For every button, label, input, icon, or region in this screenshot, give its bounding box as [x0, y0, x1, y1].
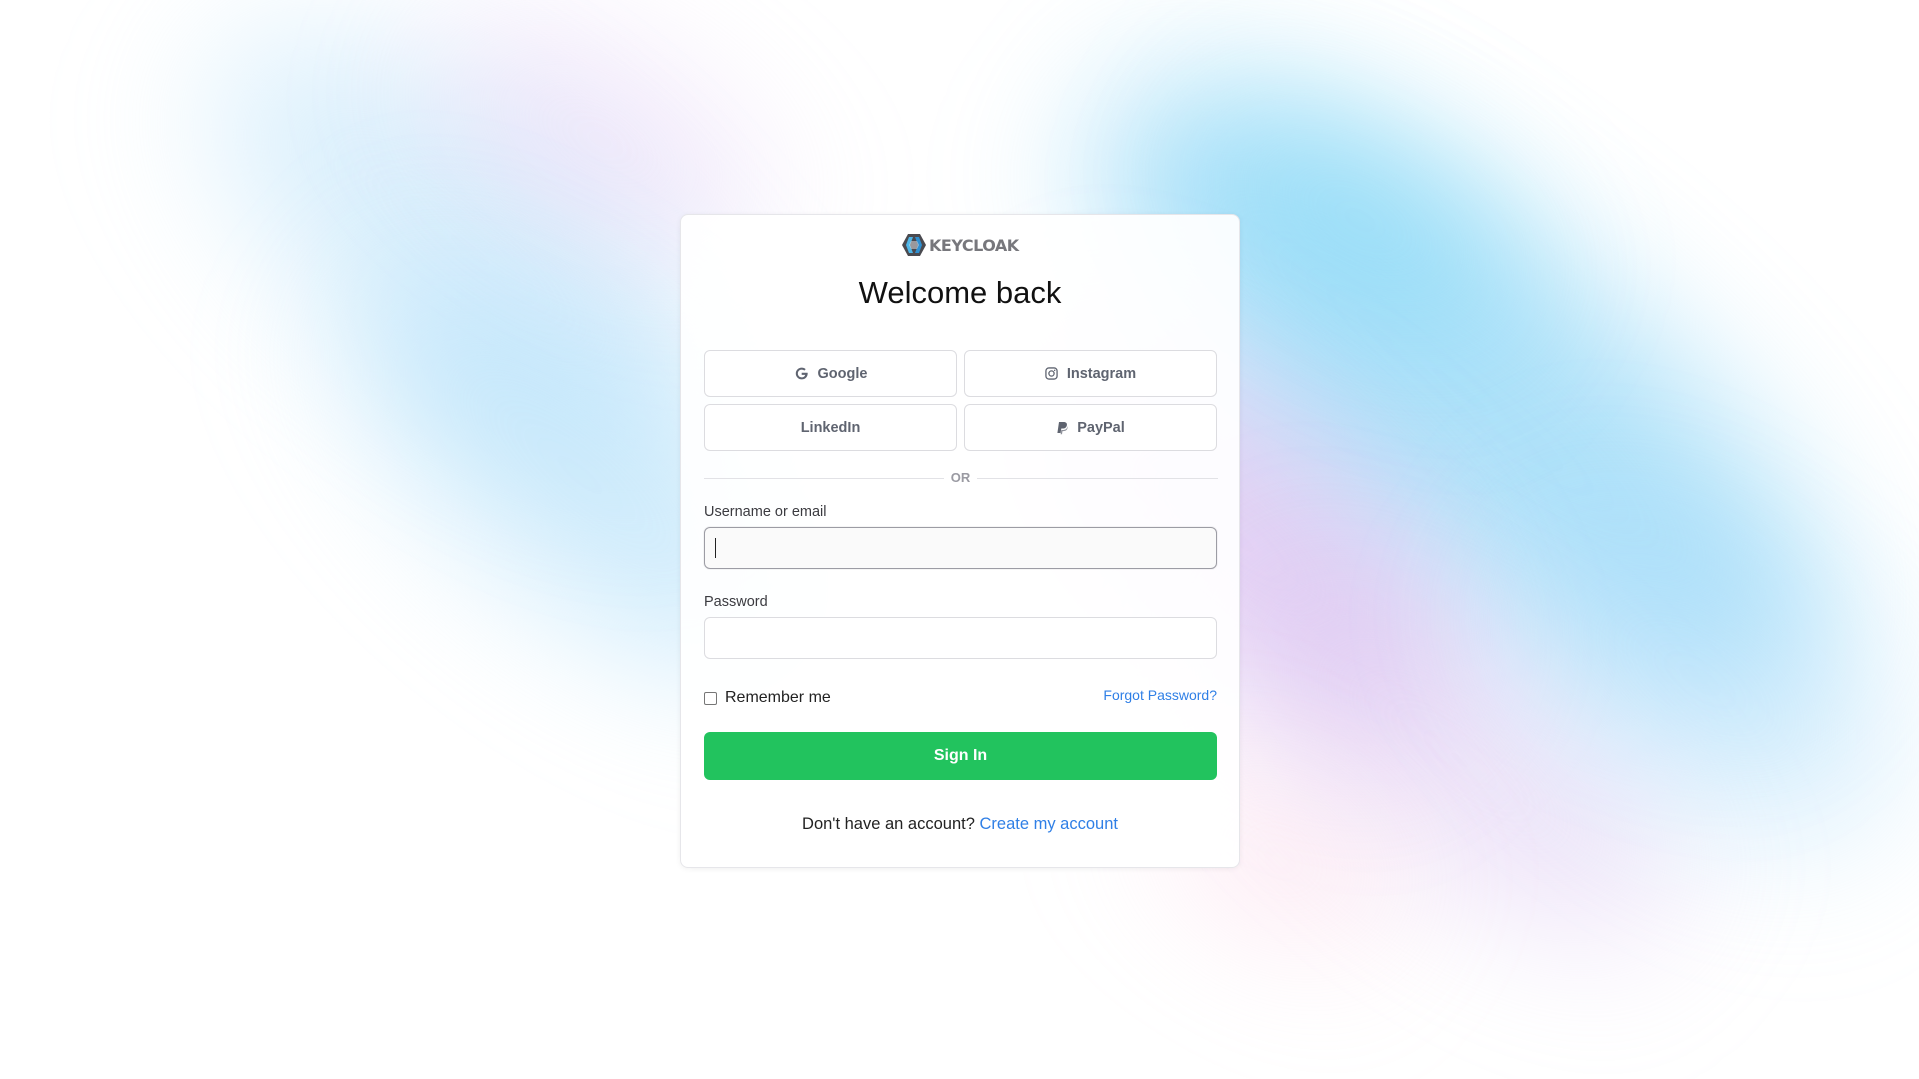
remember-me-checkbox[interactable] — [704, 691, 717, 705]
password-label: Password — [704, 594, 768, 610]
create-account-link[interactable]: Create my account — [979, 815, 1117, 833]
password-input[interactable] — [704, 617, 1217, 659]
divider-line — [977, 478, 1218, 479]
google-icon — [795, 367, 808, 380]
text-cursor — [715, 538, 716, 558]
divider-line — [704, 478, 944, 479]
login-card: KEYCLOAK Welcome back Google Instagram L… — [680, 214, 1240, 868]
username-input[interactable] — [704, 527, 1217, 569]
linkedin-login-label: LinkedIn — [800, 419, 861, 436]
keycloak-logo-icon — [902, 234, 926, 256]
paypal-login-button[interactable]: PayPal — [964, 404, 1217, 451]
logo-text: KEYCLOAK — [929, 235, 1019, 255]
paypal-icon — [1057, 421, 1068, 434]
remember-me[interactable]: Remember me — [704, 689, 831, 707]
instagram-icon — [1045, 367, 1058, 380]
google-login-label: Google — [817, 365, 868, 382]
divider-text: OR — [950, 470, 971, 485]
instagram-login-button[interactable]: Instagram — [964, 350, 1217, 397]
instagram-login-label: Instagram — [1066, 365, 1137, 382]
remember-me-label[interactable]: Remember me — [725, 689, 831, 707]
paypal-login-label: PayPal — [1077, 419, 1125, 436]
forgot-password-link[interactable]: Forgot Password? — [1097, 687, 1217, 703]
linkedin-login-button[interactable]: LinkedIn — [704, 404, 957, 451]
username-label: Username or email — [704, 504, 827, 520]
page-title: Welcome back — [858, 275, 1062, 310]
keycloak-logo: KEYCLOAK — [901, 232, 1019, 258]
sign-in-button[interactable]: Sign In — [704, 732, 1217, 780]
google-login-button[interactable]: Google — [704, 350, 957, 397]
register-prompt-text: Don't have an account? — [802, 815, 975, 833]
register-prompt: Don't have an account? Create my account — [681, 815, 1239, 834]
